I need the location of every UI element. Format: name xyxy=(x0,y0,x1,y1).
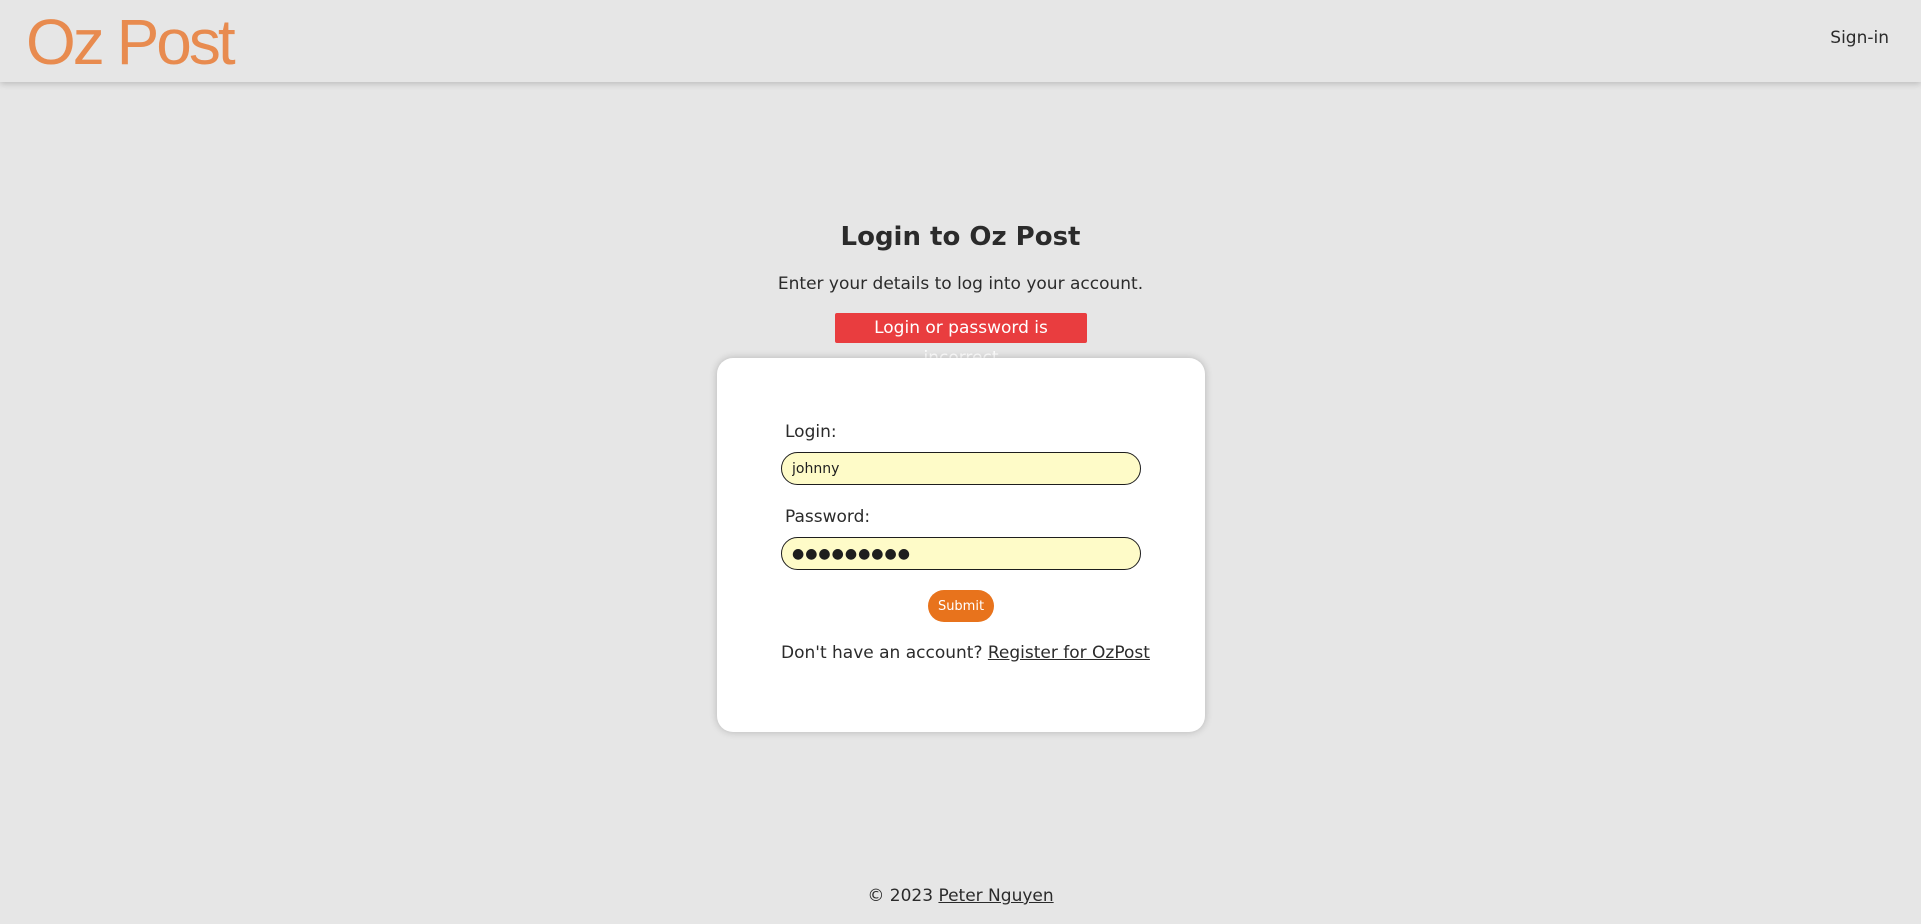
password-label: Password: xyxy=(785,507,871,527)
site-header: Oz Post Sign-in xyxy=(0,0,1921,82)
site-logo[interactable]: Oz Post xyxy=(26,4,236,80)
copyright-text: © 2023 xyxy=(867,886,934,906)
register-link[interactable]: Register for OzPost xyxy=(988,643,1150,663)
register-prompt-line: Don't have an account? Register for OzPo… xyxy=(781,643,1150,663)
page-subtitle: Enter your details to log into your acco… xyxy=(777,274,1144,294)
submit-button[interactable]: Submit xyxy=(928,590,994,622)
author-link[interactable]: Peter Nguyen xyxy=(938,886,1053,906)
nav-signin-link[interactable]: Sign-in xyxy=(1830,28,1889,48)
password-input[interactable] xyxy=(781,537,1141,570)
register-prompt-text: Don't have an account? xyxy=(781,643,983,663)
error-message: Login or password is incorrect xyxy=(835,313,1087,368)
main-content: Login to Oz Post Enter your details to l… xyxy=(0,82,1921,842)
login-card: Login: Password: Submit Don't have an ac… xyxy=(717,358,1205,732)
login-input[interactable] xyxy=(781,452,1141,485)
page-title: Login to Oz Post xyxy=(840,222,1081,252)
site-footer: © 2023 Peter Nguyen xyxy=(0,886,1921,906)
login-label: Login: xyxy=(785,422,837,442)
